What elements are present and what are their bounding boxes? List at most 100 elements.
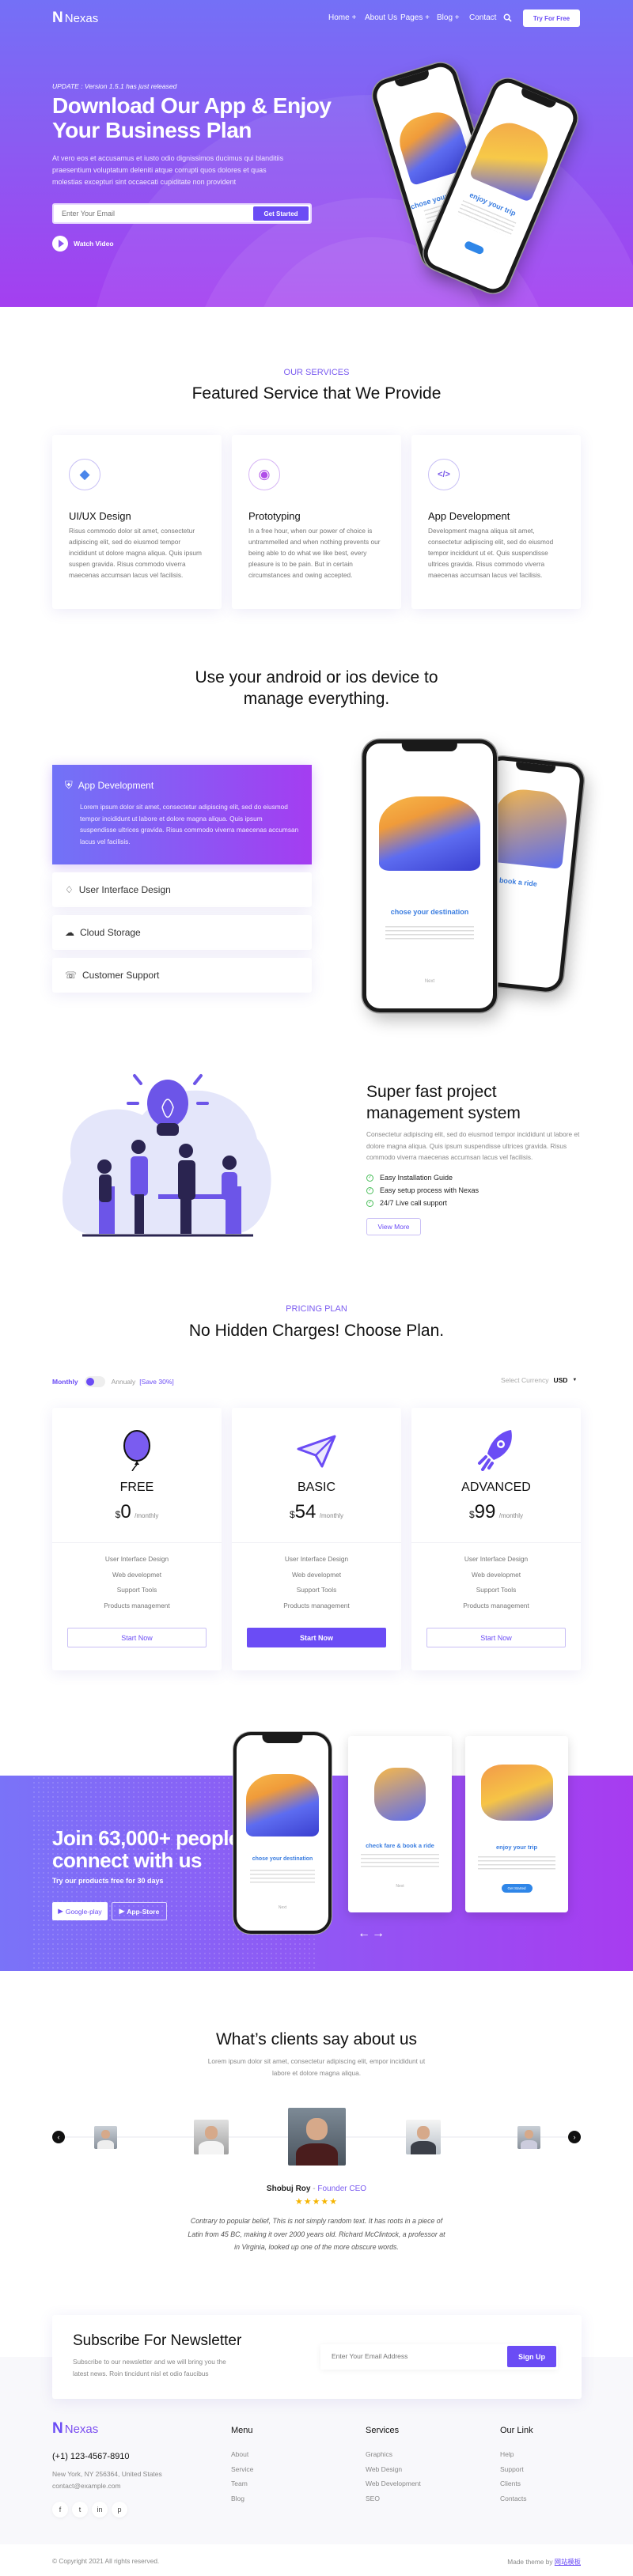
search-icon[interactable] [503, 13, 512, 22]
tab-label: Customer Support [82, 970, 160, 981]
app-store-button[interactable]: ▶ App-Store [112, 1902, 167, 1920]
newsletter-card: Subscribe For Newsletter Subscribe to ou… [52, 2315, 582, 2399]
plan-name: ADVANCED [461, 1481, 531, 1494]
start-now-button[interactable]: Start Now [426, 1628, 566, 1647]
tab-cloud-storage[interactable]: ☁ Cloud Storage [52, 915, 312, 950]
client-avatar-active[interactable] [288, 2108, 346, 2166]
testimonial-quote: Contrary to popular belief, This is not … [188, 2217, 445, 2251]
tab-customer-support[interactable]: ☏ Customer Support [52, 958, 312, 993]
footer-link[interactable]: SEO [366, 2491, 421, 2506]
footer-link[interactable]: Web Development [366, 2476, 421, 2491]
arrow-left-icon[interactable]: ← [358, 1927, 372, 1940]
client-avatar[interactable] [194, 2120, 229, 2154]
plan-feature: Web developmet [471, 1570, 521, 1579]
get-started-button[interactable]: Get Started [253, 206, 309, 221]
client-avatar[interactable] [406, 2120, 441, 2154]
footer-link[interactable]: Support [500, 2462, 533, 2477]
footer-column-our-link: Our Link Help Support Clients Contacts [500, 2426, 533, 2506]
nav-about[interactable]: About Us [365, 13, 397, 22]
start-now-button[interactable]: Start Now [67, 1628, 207, 1647]
logo-mark: N [52, 2420, 63, 2437]
google-play-label: Google-play [65, 1907, 102, 1916]
divider [411, 1542, 581, 1543]
plan-price: $99 /monthly [411, 1501, 581, 1523]
screen-caption: chose your destination [252, 1856, 313, 1863]
billing-toggle-row: Monthly Annualy [Save 30%] [52, 1376, 174, 1387]
app-store-icon: ▶ [119, 1907, 125, 1915]
newsletter-form: Sign Up [320, 2344, 558, 2370]
nav-contact[interactable]: Contact [469, 13, 496, 22]
hero-title-line: Your Business Plan [52, 118, 252, 142]
testimonials-title: What’s clients say about us [215, 2030, 418, 2048]
twitter-icon[interactable]: t [72, 2502, 88, 2517]
services-kicker: OUR SERVICES [283, 368, 350, 377]
annually-label[interactable]: Annualy [112, 1378, 136, 1386]
checklist-label: 24/7 Live call support [380, 1199, 448, 1207]
pinterest-icon[interactable]: p [112, 2502, 127, 2517]
footer-column-title: Services [366, 2426, 400, 2435]
cta-title-line: Join 63,000+ people [52, 1826, 240, 1850]
plan-feature: Web developmet [291, 1570, 342, 1579]
footer-link[interactable]: Team [231, 2476, 253, 2491]
footer-link[interactable]: Web Design [366, 2462, 421, 2477]
prev-testimonial-button[interactable]: ‹ [52, 2131, 65, 2143]
plan-price: $0 /monthly [52, 1501, 222, 1523]
client-avatar[interactable] [94, 2126, 117, 2149]
nav-pages[interactable]: Pages + [400, 13, 430, 22]
linkedin-icon[interactable]: in [92, 2502, 108, 2517]
footer-link[interactable]: Contacts [500, 2491, 533, 2506]
footer-link[interactable]: Clients [500, 2476, 533, 2491]
facebook-icon[interactable]: f [52, 2502, 68, 2517]
try-for-free-button[interactable]: Try For Free [523, 9, 580, 27]
diamond-icon: ♢ [65, 884, 74, 895]
start-now-button[interactable]: Start Now [247, 1628, 386, 1647]
currency-select[interactable]: Select Currency USD ▼ [501, 1376, 577, 1384]
monthly-label[interactable]: Monthly [52, 1378, 78, 1386]
plan-feature: Products management [463, 1601, 529, 1610]
newsletter-email-input[interactable] [320, 2344, 495, 2368]
next-testimonial-button[interactable]: › [568, 2131, 581, 2143]
currency-value: USD [553, 1376, 568, 1384]
tab-app-development[interactable]: ⛨ App Development Lorem ipsum dolor sit … [52, 765, 312, 864]
made-by-link[interactable]: 网站模板 [555, 2558, 581, 2566]
footer-link[interactable]: Help [500, 2447, 533, 2462]
footer-column-title: Our Link [500, 2426, 533, 2435]
services-title: Featured Service that We Provide [191, 384, 442, 403]
watch-video-button[interactable]: Watch Video [52, 236, 114, 252]
billing-toggle[interactable] [84, 1376, 105, 1387]
footer-phone: (+1) 123-4567-8910 [52, 2452, 130, 2461]
footer-logo[interactable]: N Nexas [52, 2420, 98, 2438]
project-title: Super fast project management system [366, 1081, 521, 1124]
carousel-arrows: ←→ [358, 1927, 386, 1941]
footer-link[interactable]: Blog [231, 2491, 253, 2506]
screen-next: Next [396, 1884, 404, 1889]
devices-title-line: Use your android or ios device to [195, 668, 438, 687]
nav-blog[interactable]: Blog + [437, 13, 460, 22]
footer-link[interactable]: Service [231, 2462, 253, 2477]
footer-link[interactable]: Graphics [366, 2447, 421, 2462]
footer-column-title: Menu [231, 2426, 253, 2435]
tab-title: App Development [78, 780, 154, 791]
chevron-right-icon: › [573, 2133, 576, 2141]
pricing-card-advanced: ADVANCED $99 /monthly User Interface Des… [411, 1408, 581, 1670]
plan-price: $54 /monthly [232, 1501, 401, 1523]
divider [232, 1542, 401, 1543]
google-play-button[interactable]: ▶ Google-play [52, 1902, 108, 1920]
price-amount: 54 [294, 1501, 316, 1523]
cloud-icon: ☁ [65, 927, 74, 938]
logo[interactable]: N Nexas [52, 9, 98, 27]
view-more-button[interactable]: View More [366, 1218, 421, 1235]
nav-home[interactable]: Home + [328, 13, 356, 22]
footer-email[interactable]: contact@example.com [52, 2480, 121, 2492]
footer-link[interactable]: About [231, 2447, 253, 2462]
hero-title: Download Our App & Enjoy Your Business P… [52, 93, 332, 142]
project-title-line: management system [366, 1104, 521, 1122]
balloon-icon [123, 1430, 150, 1471]
tab-user-interface-design[interactable]: ♢ User Interface Design [52, 872, 312, 907]
plan-feature: Web developmet [112, 1570, 162, 1579]
client-name-row: Shobuj Roy - Founder CEO [0, 2184, 633, 2193]
sign-up-button[interactable]: Sign Up [507, 2346, 556, 2367]
hero-email-input[interactable] [54, 205, 244, 222]
arrow-right-icon[interactable]: → [372, 1927, 386, 1940]
client-avatar[interactable] [517, 2126, 540, 2149]
